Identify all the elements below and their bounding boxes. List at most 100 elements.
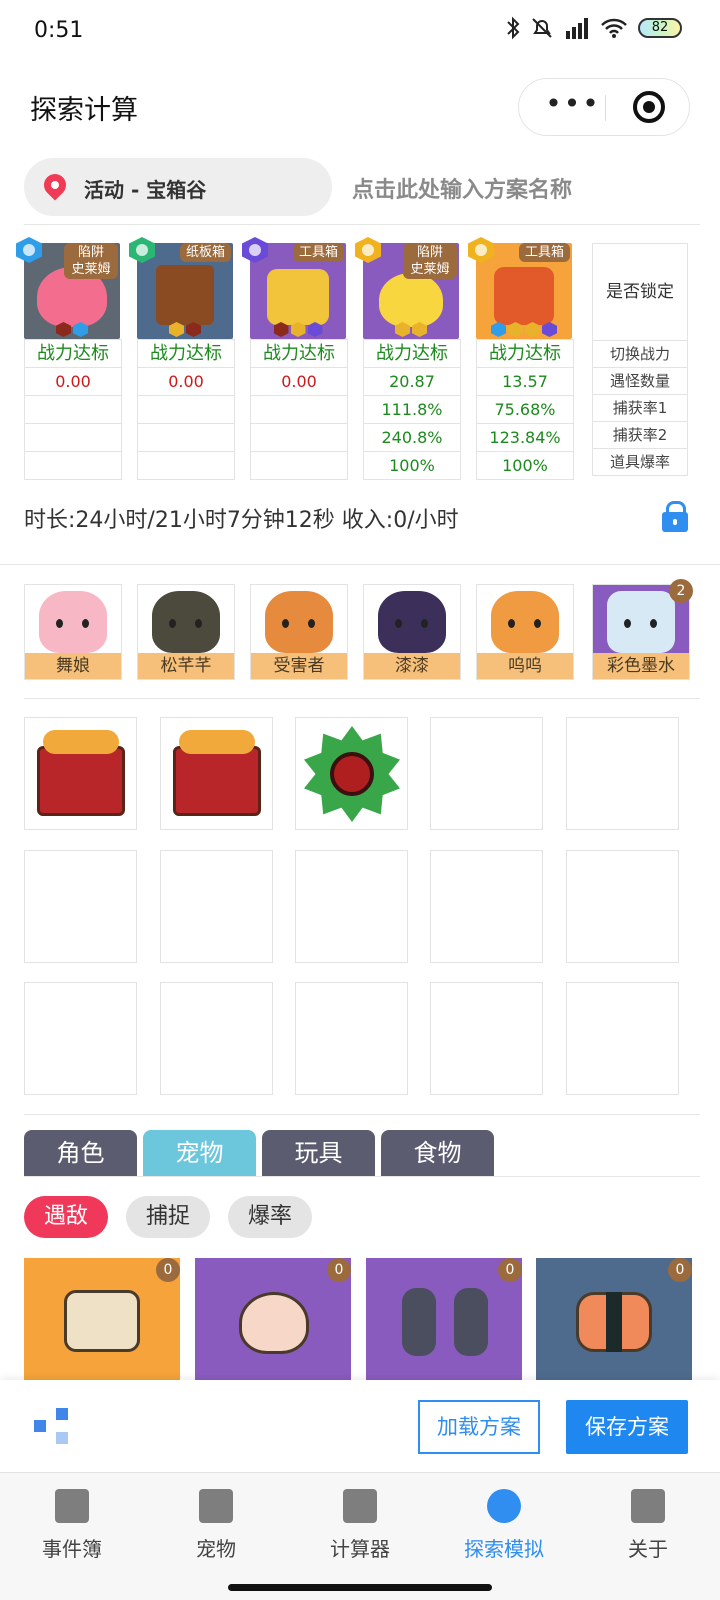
divider — [0, 564, 720, 565]
tab-pet[interactable]: 宠物 — [143, 1130, 256, 1176]
character-name: 呜呜 — [477, 653, 573, 679]
item-slot[interactable] — [430, 982, 543, 1095]
character-portrait — [39, 591, 107, 653]
target-pet-column[interactable]: 工具箱 战力达标 0.00 — [242, 237, 348, 480]
trait-icon — [412, 322, 427, 337]
rate1-value — [25, 395, 121, 423]
chip-capture[interactable]: 捕捉 — [126, 1196, 211, 1238]
tabbar-calculator[interactable]: 计算器 — [300, 1489, 420, 1562]
item-slot[interactable] — [24, 717, 137, 830]
tabbar-about[interactable]: 关于 — [588, 1489, 708, 1562]
tabbar-explore-sim[interactable]: 探索模拟 — [444, 1489, 564, 1562]
trait-icon — [508, 322, 523, 337]
slime-icon — [379, 273, 443, 327]
close-target-icon[interactable] — [633, 91, 665, 123]
location-selector[interactable]: 活动 - 宝箱谷 — [24, 158, 332, 216]
pet-card[interactable]: 0 — [366, 1258, 522, 1380]
category-tabs: 角色 宠物 玩具 食物 — [24, 1130, 494, 1176]
team-item[interactable]: 彩色墨水 2 — [592, 579, 693, 680]
save-plan-button[interactable]: 保存方案 — [566, 1400, 688, 1454]
lock-toggle[interactable]: 是否锁定 — [593, 244, 687, 340]
divider — [24, 1114, 700, 1115]
lock-icon[interactable] — [662, 501, 688, 532]
pet-tag: 纸板箱 — [179, 243, 231, 262]
tabbar-label: 事件簿 — [42, 1537, 102, 1561]
target-pet-column[interactable]: 陷阱 史莱姆 战力达标 0.00 — [16, 237, 122, 480]
tabbar-label: 宠物 — [196, 1537, 236, 1561]
pet-card[interactable]: 0 — [24, 1258, 180, 1380]
character-name: 松芊芊 — [138, 653, 234, 679]
load-plan-button[interactable]: 加载方案 — [418, 1400, 540, 1454]
rate2-value: 240.8% — [364, 423, 460, 451]
team-member[interactable]: 松芊芊 — [137, 584, 235, 680]
bottom-tab-bar: 事件簿 宠物 计算器 探索模拟 关于 — [0, 1472, 720, 1600]
target-pet-column[interactable]: 纸板箱 战力达标 0.00 — [129, 237, 235, 480]
pet-card[interactable]: 0 — [536, 1258, 692, 1380]
item-slot[interactable] — [295, 850, 408, 963]
status-icons: 82 — [506, 16, 682, 40]
trait-icon — [395, 322, 410, 337]
tab-toy[interactable]: 玩具 — [262, 1130, 375, 1176]
team-member[interactable]: 呜呜 — [476, 584, 574, 680]
trait-icon — [73, 322, 88, 337]
drop-value — [25, 451, 121, 479]
item-slot[interactable] — [566, 850, 679, 963]
battery-indicator: 82 — [638, 18, 682, 38]
item-slot[interactable] — [295, 717, 408, 830]
item-slot[interactable] — [295, 982, 408, 1095]
compass-icon — [487, 1489, 521, 1523]
chip-encounter[interactable]: 遇敌 — [24, 1196, 109, 1238]
target-pet-column[interactable]: 陷阱 史莱姆 战力达标 20.87 111.8% 240.8% 100% — [355, 237, 461, 480]
power-status: 战力达标 — [364, 339, 460, 367]
more-menu-button[interactable]: ••• — [543, 79, 603, 135]
item-slot[interactable] — [430, 850, 543, 963]
orb-icon — [330, 752, 374, 796]
item-slot[interactable] — [160, 982, 273, 1095]
capsule-divider — [605, 95, 606, 121]
drop-value — [138, 451, 234, 479]
trait-icon — [56, 322, 71, 337]
tabbar-label: 计算器 — [330, 1537, 390, 1561]
box-icon — [156, 265, 214, 325]
item-slot[interactable] — [160, 850, 273, 963]
twin-pet-icon — [402, 1288, 436, 1356]
item-slot[interactable] — [566, 717, 679, 830]
share-icon[interactable] — [34, 1408, 74, 1444]
tabbar-label: 关于 — [628, 1537, 668, 1561]
character-portrait — [152, 591, 220, 653]
target-pet-column[interactable]: 工具箱 战力达标 13.57 75.68% 123.84% 100% — [468, 237, 574, 480]
row-label[interactable]: 切换战力 — [593, 340, 687, 367]
trait-icon — [273, 322, 289, 337]
item-slot[interactable] — [24, 982, 137, 1095]
tabbar-pet[interactable]: 宠物 — [156, 1489, 276, 1562]
power-value: 0.00 — [138, 367, 234, 395]
count-badge: 0 — [498, 1258, 522, 1282]
team-member[interactable]: 漆漆 — [363, 584, 461, 680]
team-member[interactable]: 受害者 — [250, 584, 348, 680]
plan-name-input[interactable]: 点击此处输入方案名称 — [352, 172, 572, 204]
character-portrait — [265, 591, 333, 653]
toolbox-icon — [494, 267, 554, 325]
item-slot[interactable] — [566, 982, 679, 1095]
chip-drop-rate[interactable]: 爆率 — [228, 1196, 313, 1238]
character-name: 漆漆 — [364, 653, 460, 679]
item-slot[interactable] — [160, 717, 273, 830]
drop-value: 100% — [364, 451, 460, 479]
item-slot[interactable] — [430, 717, 543, 830]
status-time: 0:51 — [34, 18, 84, 43]
row-label: 遇怪数量 — [593, 367, 687, 394]
nav-bar: 探索计算 ••• — [0, 64, 720, 150]
item-slot[interactable] — [24, 850, 137, 963]
tab-food[interactable]: 食物 — [381, 1130, 494, 1176]
team-member[interactable]: 舞娘 — [24, 584, 122, 680]
row-label: 捕获率2 — [593, 421, 687, 448]
power-value: 0.00 — [25, 367, 121, 395]
count-badge: 0 — [156, 1258, 180, 1282]
drop-value — [251, 451, 347, 479]
pet-card[interactable]: 0 — [195, 1258, 351, 1380]
tab-role[interactable]: 角色 — [24, 1130, 137, 1176]
divider — [24, 698, 700, 699]
trait-icon — [542, 322, 557, 337]
mini-program-capsule: ••• — [518, 78, 690, 136]
tabbar-event-book[interactable]: 事件簿 — [12, 1489, 132, 1562]
